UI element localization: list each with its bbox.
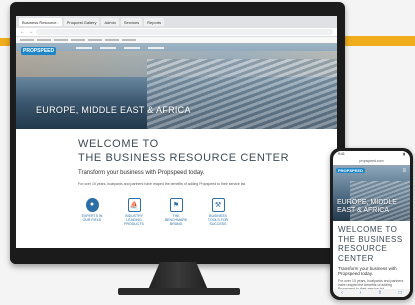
monitor-stand — [148, 262, 208, 290]
monitor-chin — [10, 250, 345, 264]
back-icon[interactable]: ‹ — [341, 290, 343, 296]
nav-item[interactable] — [148, 47, 164, 49]
phone-status-bar: 9:41 ▮ — [333, 151, 410, 159]
site-nav — [76, 47, 164, 49]
monitor-base — [118, 288, 240, 295]
browser-tab[interactable]: Business Resource.. — [19, 18, 62, 26]
nav-item[interactable] — [124, 47, 140, 49]
phone-hero: PROPSPEED ≡ EUROPE, MIDDLE EAST & AFRICA — [333, 165, 410, 221]
tools-icon: ⚒ — [211, 197, 225, 212]
feature-label: THE BENCHMARK BRAND — [164, 213, 188, 226]
hamburger-menu-icon[interactable]: ≡ — [402, 168, 406, 174]
feature-item[interactable]: ⛵ INDUSTRY LEADING PRODUCTS — [120, 197, 148, 227]
browser-tab[interactable]: Admin — [101, 18, 119, 26]
address-bar[interactable] — [36, 29, 333, 35]
phone-welcome-line: CENTER — [338, 253, 374, 263]
harbor-image — [147, 59, 337, 129]
back-icon[interactable]: ← — [20, 29, 25, 35]
welcome-heading: WELCOME TO THE BUSINESS RESOURCE CENTER — [78, 137, 337, 166]
accent-stripe-right — [345, 36, 415, 45]
phone-hero-line-1: EUROPE, MIDDLE — [337, 198, 397, 206]
nav-item[interactable] — [76, 47, 92, 49]
intro-paragraph: For over 10 years, boatyards and partner… — [78, 181, 247, 186]
desktop-monitor: Business Resource.. Proquest Gallery Adm… — [10, 2, 345, 264]
phone-hero-title: EUROPE, MIDDLE EAST & AFRICA — [337, 199, 397, 215]
main-content: WELCOME TO THE BUSINESS RESOURCE CENTER … — [16, 129, 337, 226]
feature-icons: ● EXPERTS IN OUR FIELD ⛵ INDUSTRY LEADIN… — [78, 197, 337, 227]
browser-tab[interactable]: Proquest Gallery — [63, 18, 100, 26]
hero-title: EUROPE, MIDDLE EAST & AFRICA — [36, 105, 191, 115]
feature-item[interactable]: ⚑ THE BENCHMARK BRAND — [162, 197, 190, 227]
hero-banner: PROPSPEED EUROPE, MIDDLE EAST & AFRICA — [16, 43, 337, 129]
pin-icon: ● — [85, 197, 99, 212]
phone-time: 9:41 — [338, 152, 345, 156]
forward-icon[interactable]: → — [28, 29, 33, 35]
welcome-line-1: WELCOME TO — [78, 138, 159, 150]
boat-icon: ⛵ — [127, 197, 141, 212]
phone-welcome-heading: WELCOME TO THE BUSINESS RESOURCE CENTER — [338, 225, 405, 263]
browser-tab[interactable]: Services — [120, 18, 143, 26]
feature-label: EXPERTS IN OUR FIELD — [81, 213, 103, 222]
feature-label: INDUSTRY LEADING PRODUCTS — [124, 213, 144, 226]
phone-welcome-line: WELCOME TO — [338, 225, 398, 234]
feature-item[interactable]: ● EXPERTS IN OUR FIELD — [78, 197, 106, 227]
browser-tab[interactable]: Reports — [144, 18, 165, 26]
phone-welcome-line: THE BUSINESS — [338, 234, 403, 244]
phone-hero-line-2: EAST & AFRICA — [337, 206, 389, 214]
nav-item[interactable] — [100, 47, 116, 49]
phone-content: WELCOME TO THE BUSINESS RESOURCE CENTER … — [333, 221, 410, 295]
mobile-phone: 9:41 ▮ propspeed.com PROPSPEED ≡ EUROPE,… — [330, 148, 413, 300]
forward-icon[interactable]: › — [360, 290, 362, 296]
feature-label: BUSINESS TOOLS FOR SUCCESS — [207, 213, 229, 226]
tagline: Transform your business with Propspeed t… — [78, 169, 205, 176]
welcome-line-2: THE BUSINESS RESOURCE CENTER — [78, 152, 290, 165]
bookmarks-icon[interactable]: □ — [399, 290, 402, 296]
phone-welcome-line: RESOURCE — [338, 244, 388, 254]
benchmark-icon: ⚑ — [169, 197, 183, 212]
desktop-screen: Business Resource.. Proquest Gallery Adm… — [16, 16, 337, 248]
browser-tab-bar: Business Resource.. Proquest Gallery Adm… — [16, 16, 337, 28]
share-icon[interactable]: ⇧ — [378, 290, 382, 296]
feature-item[interactable]: ⚒ BUSINESS TOOLS FOR SUCCESS — [204, 197, 232, 227]
browser-address-row: ← → — [16, 28, 337, 37]
phone-browser-toolbar: ‹ › ⇧ □ — [333, 289, 410, 297]
battery-icon: ▮ — [403, 152, 405, 156]
phone-tagline: Transform your business with Propspeed t… — [338, 266, 397, 277]
site-logo[interactable]: PROPSPEED — [21, 47, 57, 55]
phone-screen: 9:41 ▮ propspeed.com PROPSPEED ≡ EUROPE,… — [333, 151, 410, 297]
phone-logo[interactable]: PROPSPEED — [336, 168, 365, 173]
